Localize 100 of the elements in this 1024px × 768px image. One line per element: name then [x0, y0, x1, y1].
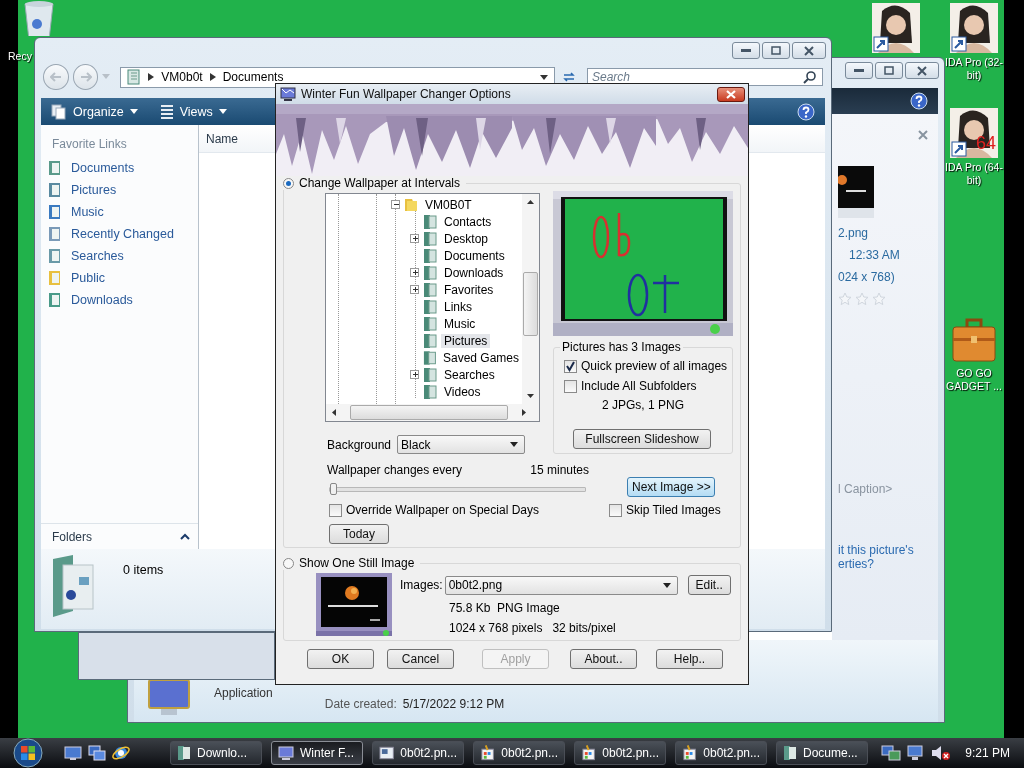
- scroll-up-icon[interactable]: [527, 200, 534, 204]
- close-icon: [917, 65, 927, 76]
- clock[interactable]: 9:21 PM: [965, 746, 1010, 760]
- scroll-down-icon[interactable]: [527, 394, 534, 398]
- close-icon[interactable]: [918, 130, 928, 140]
- properties-link[interactable]: it this picture's: [838, 543, 914, 557]
- breadcrumb[interactable]: Documents: [222, 70, 284, 84]
- tree-item[interactable]: VM0B0T: [422, 197, 475, 212]
- dialog-button[interactable]: Help..: [656, 649, 723, 669]
- tree-item[interactable]: Searches: [441, 367, 498, 382]
- maximize-button[interactable]: [875, 62, 903, 79]
- caret-icon[interactable]: [129, 109, 138, 114]
- briefcase-icon[interactable]: [951, 318, 997, 364]
- folder-icon: [422, 213, 438, 230]
- taskbar-button[interactable]: 0b0t2.pn...: [372, 741, 464, 765]
- checkbox[interactable]: [564, 379, 577, 393]
- folder-icon: [48, 204, 62, 220]
- expand-button[interactable]: [410, 268, 419, 277]
- slider-thumb[interactable]: [330, 483, 337, 495]
- radio-label[interactable]: Change Wallpaper at Intervals: [299, 176, 460, 190]
- volume-icon[interactable]: [931, 745, 952, 761]
- checkbox[interactable]: [564, 359, 577, 373]
- checkbox-label[interactable]: Override Wallpaper on Special Days: [346, 503, 539, 517]
- image-dropdown[interactable]: 0b0t2.png: [444, 575, 678, 595]
- dialog-button[interactable]: Cancel: [387, 649, 454, 669]
- tree-item[interactable]: Pictures: [441, 333, 491, 348]
- radio-button[interactable]: [283, 177, 294, 189]
- favorite-link[interactable]: Downloads: [71, 293, 133, 307]
- image-count: 2 JPGs, 1 PNG: [602, 398, 684, 412]
- favorite-link[interactable]: Searches: [71, 249, 124, 263]
- checkbox[interactable]: [329, 503, 342, 517]
- expand-button[interactable]: [410, 370, 419, 379]
- dialog-button[interactable]: About..: [570, 649, 637, 669]
- browser-icon[interactable]: [112, 744, 130, 762]
- toolbar-button[interactable]: Organize: [73, 104, 124, 119]
- radio-label[interactable]: Show One Still Image: [299, 556, 415, 570]
- properties-link[interactable]: erties?: [838, 557, 875, 571]
- folder-icon: [48, 292, 62, 308]
- favorite-link[interactable]: Pictures: [71, 183, 117, 197]
- collapse-button[interactable]: [391, 200, 400, 209]
- toolbar-button[interactable]: Views: [179, 104, 213, 119]
- checkbox[interactable]: [609, 503, 622, 517]
- person-shortcut-icon[interactable]: [950, 3, 998, 53]
- taskbar-button[interactable]: 0b0t2.pn...: [574, 741, 666, 765]
- close-button[interactable]: [905, 62, 939, 79]
- close-button[interactable]: [717, 86, 745, 102]
- horizontal-scrollbar[interactable]: [326, 404, 539, 421]
- tree-item[interactable]: Documents: [441, 248, 508, 263]
- network-icon[interactable]: [881, 744, 902, 762]
- help-icon[interactable]: [797, 102, 815, 121]
- scroll-left-icon[interactable]: [332, 409, 336, 416]
- plus-icon: [411, 234, 418, 243]
- radio-button[interactable]: [283, 557, 294, 569]
- search-field[interactable]: Search: [587, 68, 823, 86]
- folders-label[interactable]: Folders: [52, 529, 92, 544]
- plus-icon: [411, 285, 418, 294]
- favorite-link[interactable]: Music: [71, 205, 104, 219]
- favorite-link[interactable]: Recently Changed: [71, 227, 174, 241]
- close-button[interactable]: [792, 42, 826, 59]
- tree-item[interactable]: Links: [441, 299, 475, 314]
- expand-button[interactable]: [410, 234, 419, 243]
- interval-label: Wallpaper changes every: [327, 463, 462, 477]
- scroll-right-icon[interactable]: [522, 409, 526, 416]
- folder-icon: [422, 281, 438, 298]
- favorite-link[interactable]: Documents: [71, 161, 135, 175]
- taskbar-button[interactable]: Winter F...: [271, 741, 363, 765]
- minimize-button[interactable]: [845, 62, 873, 79]
- checkbox-label[interactable]: Include All Subfolders: [581, 379, 697, 393]
- caret-icon: [510, 442, 519, 447]
- slideshow-button[interactable]: Fullscreen Slideshow: [573, 429, 711, 449]
- edit-button[interactable]: Edit..: [687, 575, 731, 595]
- tree-item[interactable]: Videos: [441, 384, 484, 399]
- checkbox-label[interactable]: Skip Tiled Images: [626, 503, 721, 517]
- search-icon[interactable]: [803, 70, 817, 84]
- background-dropdown[interactable]: Black: [397, 435, 526, 454]
- column-header[interactable]: Name: [199, 131, 238, 146]
- next-image-button[interactable]: Next Image >>: [627, 477, 715, 497]
- person-shortcut-icon[interactable]: [872, 3, 920, 53]
- maximize-button[interactable]: [762, 42, 790, 59]
- folder-icon: [422, 247, 438, 264]
- help-icon[interactable]: [910, 92, 928, 110]
- favorite-link[interactable]: Public: [71, 271, 106, 285]
- checkbox-label[interactable]: Quick preview of all images: [581, 359, 728, 373]
- monitor-icon[interactable]: [907, 744, 926, 762]
- rating-stars[interactable]: [838, 292, 886, 306]
- switch-windows-icon[interactable]: [88, 745, 106, 761]
- taskbar-button[interactable]: 0b0t2.pn...: [675, 741, 767, 765]
- caret-icon[interactable]: [540, 74, 549, 80]
- breadcrumb[interactable]: VM0b0t: [161, 70, 203, 84]
- taskbar-button[interactable]: 0b0t2.pn...: [473, 741, 565, 765]
- show-desktop-icon[interactable]: [64, 745, 82, 761]
- vertical-scrollbar[interactable]: [522, 194, 539, 404]
- taskbar-button[interactable]: Docume...: [776, 741, 868, 765]
- minimize-button[interactable]: [732, 42, 760, 59]
- taskbar-button[interactable]: Downlo...: [170, 741, 262, 765]
- chevron-up-icon[interactable]: [180, 533, 190, 540]
- folder-icon: [422, 383, 438, 400]
- dialog-button[interactable]: OK: [307, 649, 374, 669]
- today-button[interactable]: Today: [329, 524, 389, 544]
- expand-button[interactable]: [410, 285, 419, 294]
